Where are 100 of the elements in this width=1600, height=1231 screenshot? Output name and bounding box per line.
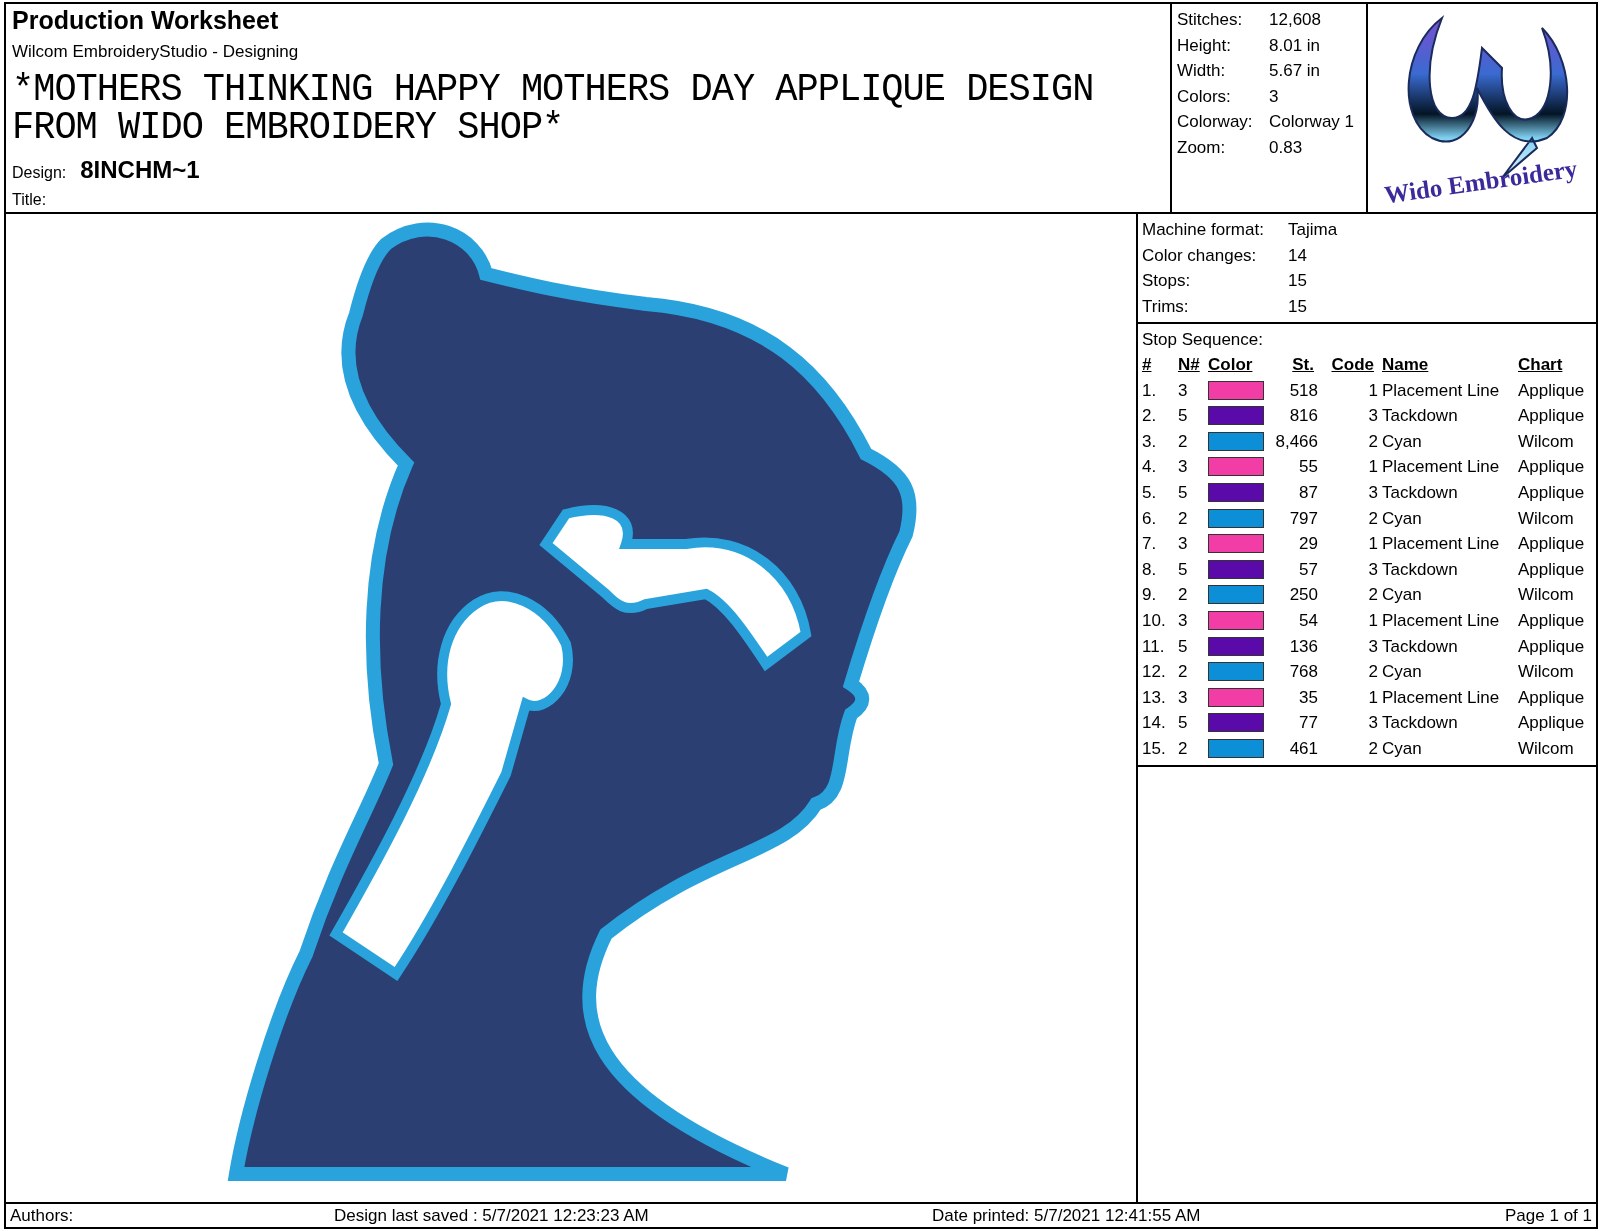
stop-code: 3 [1367,558,1379,581]
chart-name: Applique [1518,635,1586,658]
row-number: 5. [1142,481,1158,504]
stat-value: 3 [1269,85,1280,108]
stat-value: 5.67 in [1269,60,1322,82]
needle-number: 5 [1178,635,1189,658]
stitch-count: 8,466 [1274,430,1319,453]
stitch-count: 77 [1298,712,1319,735]
chart-name: Wilcom [1518,661,1575,684]
machine-value: Tajima [1288,219,1339,241]
stitch-count: 461 [1288,737,1319,760]
stitch-count: 87 [1298,481,1319,504]
color-name: Tackdown [1382,635,1459,658]
page-number: Page 1 of 1 [1505,1204,1592,1227]
column-header: Color [1208,355,1253,374]
design-label: Design: [12,163,67,183]
machine-value: 14 [1288,244,1308,267]
row-number: 3. [1142,430,1158,453]
row-number: 11. [1142,635,1166,658]
stop-code: 1 [1367,379,1379,402]
chart-name: Applique [1518,379,1586,402]
row-number: 13. [1142,686,1167,709]
stitch-count: 768 [1288,661,1319,684]
color-name: Placement Line [1382,456,1501,479]
color-name: Placement Line [1382,686,1501,709]
stat-label: Colorway: [1177,111,1254,133]
row-number: 1. [1142,379,1158,402]
stop-code: 2 [1367,507,1379,530]
needle-number: 2 [1178,584,1189,607]
stop-code: 3 [1367,405,1379,428]
machine-label: Color changes: [1142,244,1258,267]
machine-value: 15 [1288,270,1308,292]
stitch-count: 54 [1298,609,1319,632]
needle-number: 5 [1178,712,1189,735]
column-header: Code [1331,355,1375,374]
stop-code: 2 [1367,737,1379,760]
chart-name: Applique [1518,712,1586,735]
column-header: Name [1382,355,1429,374]
column-header: St. [1292,355,1315,374]
stitch-count: 797 [1288,507,1319,530]
machine-value: 15 [1288,295,1308,318]
needle-number: 2 [1178,661,1189,684]
row-number: 9. [1142,584,1158,607]
stop-code: 1 [1367,456,1379,479]
color-name: Cyan [1382,737,1423,760]
color-name: Cyan [1382,430,1423,453]
stitch-count: 29 [1298,533,1319,556]
column-header: Chart [1518,355,1563,374]
color-name: Placement Line [1382,379,1501,402]
color-name: Tackdown [1382,712,1459,735]
stat-value: 8.01 in [1269,34,1322,57]
stat-value: Colorway 1 [1269,111,1356,133]
stitch-count: 816 [1288,405,1319,428]
machine-label: Machine format: [1142,219,1265,241]
stop-code: 3 [1367,635,1379,658]
stitch-count: 57 [1298,558,1319,581]
row-number: 2. [1142,405,1158,428]
chart-name: Applique [1518,558,1586,581]
software-name: Wilcom EmbroideryStudio - Designing [12,40,300,63]
design-value: 8INCHM~1 [80,155,200,185]
stop-code: 1 [1367,686,1379,709]
chart-name: Applique [1518,533,1586,556]
row-number: 4. [1142,456,1158,479]
chart-name: Wilcom [1518,430,1575,453]
needle-number: 3 [1178,609,1189,632]
printed-date: Date printed: 5/7/2021 12:41:55 AM [932,1204,1201,1227]
machine-label: Trims: [1142,295,1190,318]
needle-number: 2 [1178,737,1189,760]
section-title: Stop Sequence: [1142,329,1264,351]
row-number: 10. [1142,609,1167,632]
machine-label: Stops: [1142,270,1192,292]
stitch-count: 518 [1288,379,1319,402]
color-name: Tackdown [1382,558,1459,581]
stitch-count: 55 [1298,456,1319,479]
stitch-count: 35 [1298,686,1319,709]
color-name: Placement Line [1382,609,1501,632]
stop-code: 2 [1367,430,1379,453]
stitch-count: 136 [1288,635,1319,658]
color-name: Cyan [1382,507,1423,530]
chart-name: Applique [1518,609,1586,632]
row-number: 15. [1142,737,1167,760]
needle-number: 3 [1178,379,1189,402]
stop-code: 1 [1367,609,1379,632]
stop-code: 3 [1367,712,1379,735]
row-number: 6. [1142,507,1158,530]
authors-label: Authors: [10,1204,75,1227]
stat-label: Zoom: [1177,136,1227,159]
chart-name: Applique [1518,405,1586,428]
stat-label: Width: [1177,60,1227,82]
chart-name: Applique [1518,686,1586,709]
worksheet-title: Production Worksheet [12,7,280,35]
row-number: 8. [1142,558,1158,581]
last-saved-date: Design last saved : 5/7/2021 12:23:23 AM [334,1204,650,1227]
color-name: Cyan [1382,584,1423,607]
column-header: N# [1178,355,1200,374]
stop-code: 1 [1367,533,1379,556]
chart-name: Wilcom [1518,507,1575,530]
color-name: Tackdown [1382,481,1459,504]
column-header: # [1142,355,1152,374]
needle-number: 3 [1178,686,1189,709]
